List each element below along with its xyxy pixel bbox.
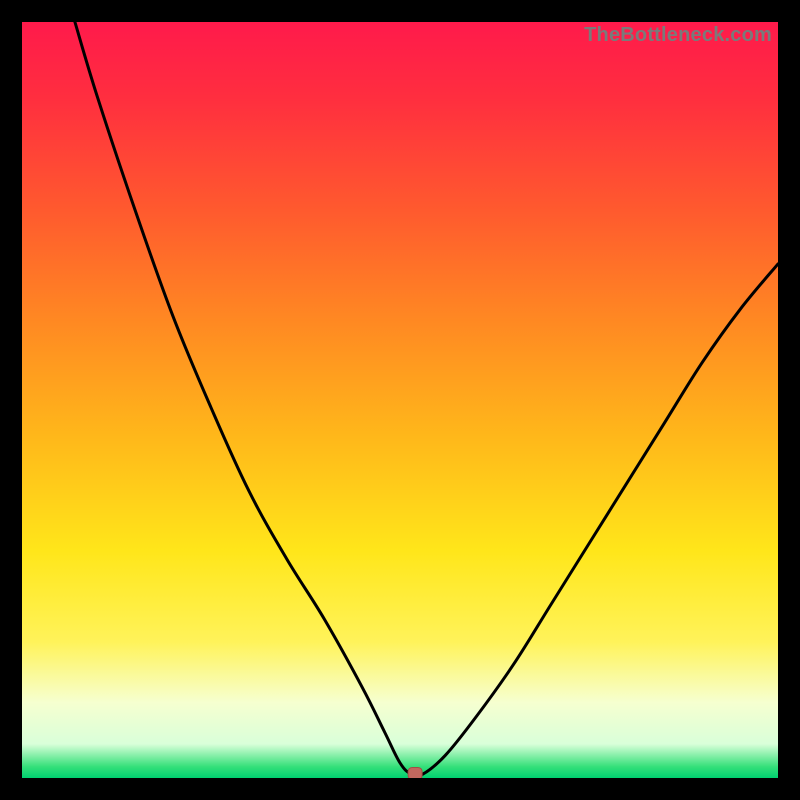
chart-frame: TheBottleneck.com	[0, 0, 800, 800]
plot-area: TheBottleneck.com	[22, 22, 778, 778]
gradient-background	[22, 22, 778, 778]
watermark-text: TheBottleneck.com	[584, 24, 772, 47]
optimal-point-marker	[408, 767, 422, 778]
plot-svg	[22, 22, 778, 778]
